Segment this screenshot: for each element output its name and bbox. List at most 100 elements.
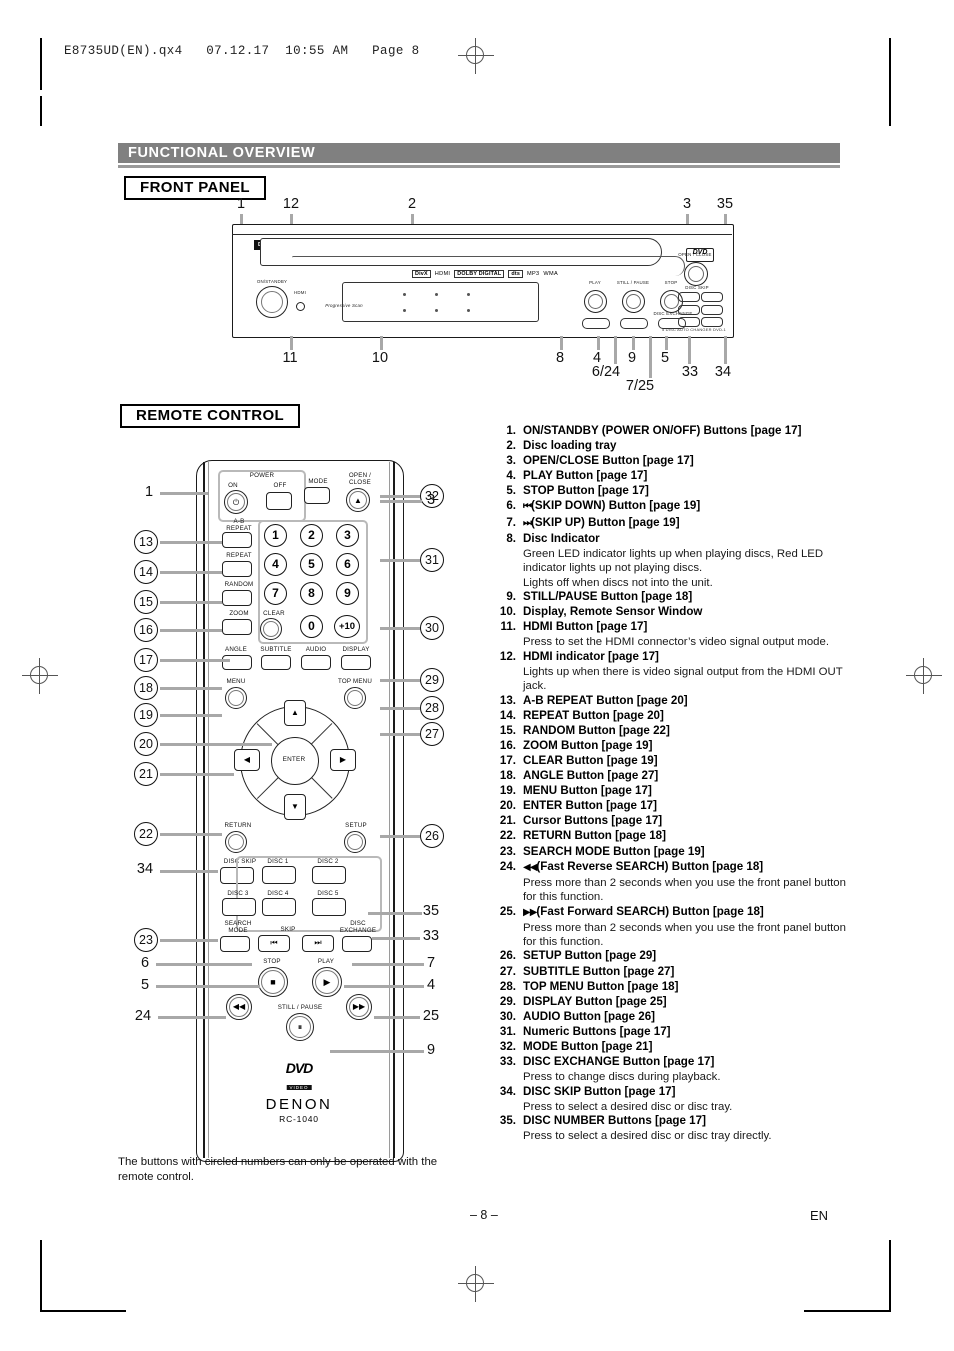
list-item: 35. DISC NUMBER Buttons [page 17]	[490, 1114, 850, 1129]
front-disc-button-5[interactable]	[678, 317, 700, 327]
front-panel-open-close-button[interactable]	[684, 262, 708, 286]
ab-repeat-button[interactable]	[222, 532, 252, 548]
menu-button[interactable]	[225, 687, 247, 709]
front-disc-button-1[interactable]	[678, 292, 700, 302]
disc-1-button[interactable]	[262, 866, 296, 884]
numeric-key-6[interactable]: 6	[336, 553, 359, 576]
list-item: 34. DISC SKIP Button [page 17]	[490, 1085, 850, 1100]
return-label: RETURN	[224, 822, 252, 829]
list-item: 31. Numeric Buttons [page 17]	[490, 1025, 850, 1040]
list-item-number: 32.	[499, 1039, 516, 1053]
remote-callout-18: 18	[134, 676, 158, 700]
search-mode-button[interactable]	[220, 936, 250, 952]
remote-control-heading: REMOTE CONTROL	[120, 404, 301, 428]
list-item-symbol-icon: ◀◀	[523, 861, 537, 873]
list-item: 10. Display, Remote Sensor Window	[490, 605, 850, 620]
numeric-key-7[interactable]: 7	[264, 582, 287, 605]
disc-3-button[interactable]	[222, 898, 256, 916]
numeric-key-8[interactable]: 8	[300, 582, 323, 605]
front-callout-7-25: 7/25	[625, 378, 655, 394]
mode-button[interactable]	[304, 487, 330, 504]
front-disc-button-2[interactable]	[700, 292, 723, 302]
list-item-number: 33.	[499, 1055, 516, 1069]
list-item-number: 4.	[506, 469, 516, 483]
list-item-description: Press more than 2 seconds when you use t…	[523, 876, 846, 904]
remote-callout-34: 34	[136, 861, 154, 877]
menu-label: MENU	[226, 678, 246, 685]
fast-reverse-icon: ◀◀	[232, 1002, 246, 1011]
front-disc-button-4[interactable]	[700, 304, 723, 315]
badge-divx: DivX	[412, 270, 431, 278]
front-panel-still-pause-button[interactable]	[622, 290, 645, 313]
list-item-number: 34.	[499, 1084, 516, 1098]
repeat-button[interactable]	[222, 561, 252, 577]
front-callout-1: 1	[236, 196, 246, 212]
remote-callout-13: 13	[134, 530, 158, 554]
audio-button[interactable]	[301, 655, 331, 670]
numeric-key-plus10[interactable]: +10	[334, 615, 360, 638]
remote-dvd-logo-sub: VIDEO	[286, 1085, 312, 1090]
list-item: 30. AUDIO Button [page 26]	[490, 1010, 850, 1025]
numeric-key-1[interactable]: 1	[264, 524, 287, 547]
remote-model-number: RC-1040	[279, 1114, 319, 1124]
front-panel-play-button[interactable]	[584, 290, 607, 313]
power-on-label: ON	[228, 482, 238, 489]
front-callout-2: 2	[407, 196, 417, 212]
setup-button[interactable]	[344, 831, 366, 853]
front-panel-disc-number-buttons[interactable]	[678, 292, 723, 327]
section-banner-title: FUNCTIONAL OVERVIEW	[128, 145, 316, 161]
numeric-key-4[interactable]: 4	[264, 553, 287, 576]
numeric-key-5[interactable]: 5	[300, 553, 323, 576]
list-item-number: 27.	[499, 964, 516, 978]
top-menu-button[interactable]	[344, 687, 366, 709]
list-item: 29. DISPLAY Button [page 25]	[490, 995, 850, 1010]
display-button[interactable]	[341, 655, 371, 670]
subtitle-button[interactable]	[261, 655, 291, 670]
list-item-number: 12.	[499, 649, 516, 663]
front-panel-power-knob[interactable]	[256, 286, 288, 318]
list-item-title-text: HDMI Button [page 17]	[523, 620, 648, 634]
ab-repeat-label: A-B REPEAT	[226, 518, 252, 532]
random-label: RANDOM	[224, 581, 254, 588]
disc-exchange-button[interactable]	[342, 936, 372, 952]
list-item-title-text: ON/STANDBY (POWER ON/OFF) Buttons [page …	[523, 424, 802, 437]
list-item-number: 23.	[499, 844, 516, 858]
list-item-title-text: Disc loading tray	[523, 439, 617, 453]
list-item-title-text: STILL/PAUSE Button [page 18]	[523, 589, 693, 603]
power-off-button[interactable]	[266, 492, 292, 510]
numeric-key-2[interactable]: 2	[300, 524, 323, 547]
front-panel-skip-down-button[interactable]	[582, 318, 610, 329]
remote-leader-18	[160, 687, 222, 690]
list-item-title-text: PLAY Button [page 17]	[523, 469, 648, 483]
angle-button[interactable]	[222, 655, 252, 670]
disc-4-button[interactable]	[262, 898, 296, 916]
remote-leader-19	[160, 714, 222, 717]
list-item-title-text: SEARCH MODE Button [page 19]	[523, 844, 705, 858]
disc-2-button[interactable]	[312, 866, 346, 884]
list-item-title-text: Numeric Buttons [page 17]	[523, 1024, 671, 1038]
numeric-key-0[interactable]: 0	[300, 615, 323, 638]
list-item-title-text: AUDIO Button [page 26]	[523, 1009, 656, 1023]
disc-5-button[interactable]	[312, 898, 346, 916]
list-item-number: 6.	[506, 499, 516, 513]
list-item-number: 3.	[506, 454, 516, 468]
badge-dts: dts	[508, 270, 524, 278]
return-button[interactable]	[225, 831, 247, 853]
random-button[interactable]	[222, 590, 252, 606]
front-disc-button-3[interactable]	[678, 304, 700, 315]
remote-leader-5	[156, 985, 260, 988]
list-item-title: MENU Button [page 17]	[523, 784, 652, 799]
remote-callout-31: 31	[420, 548, 444, 572]
numeric-key-9[interactable]: 9	[336, 582, 359, 605]
list-item-title-text: TOP MENU Button [page 18]	[523, 979, 679, 993]
remote-callout-7: 7	[426, 955, 436, 971]
numeric-key-3[interactable]: 3	[336, 524, 359, 547]
list-item: 32. MODE Button [page 21]	[490, 1040, 850, 1055]
zoom-button[interactable]	[222, 619, 252, 635]
front-disc-button-skip[interactable]	[700, 317, 723, 327]
front-panel-skip-up-button[interactable]	[620, 318, 648, 329]
list-item: 13. A-B REPEAT Button [page 20]	[490, 694, 850, 709]
list-item: 5. STOP Button [page 17]	[490, 484, 850, 499]
front-leader-6-24	[614, 336, 617, 364]
list-item-number: 15.	[499, 723, 516, 737]
